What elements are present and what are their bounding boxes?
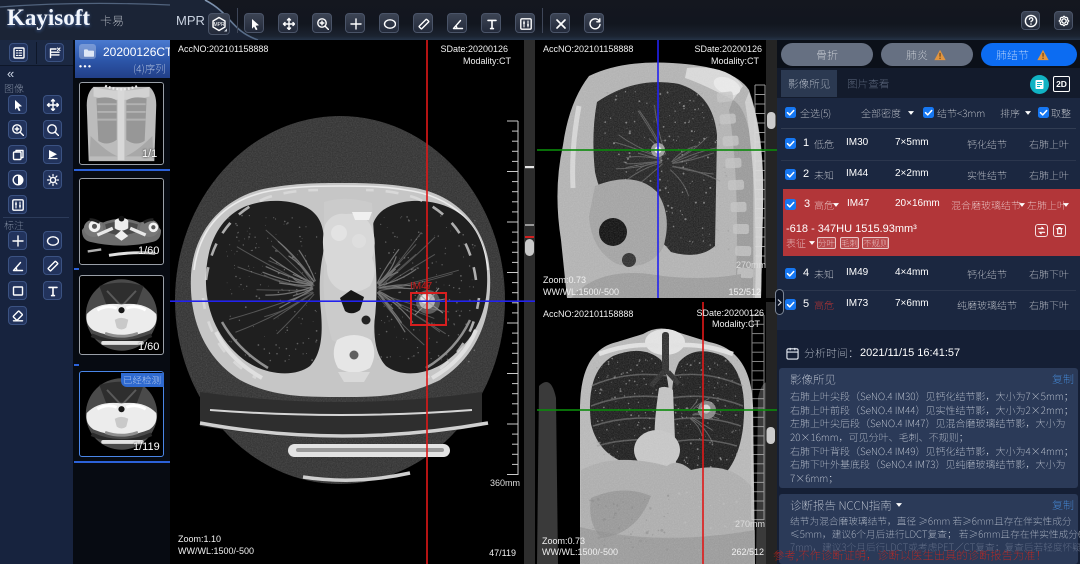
svg-text:IM47: IM47 (410, 281, 433, 292)
svg-text:MPR: MPR (213, 22, 225, 28)
